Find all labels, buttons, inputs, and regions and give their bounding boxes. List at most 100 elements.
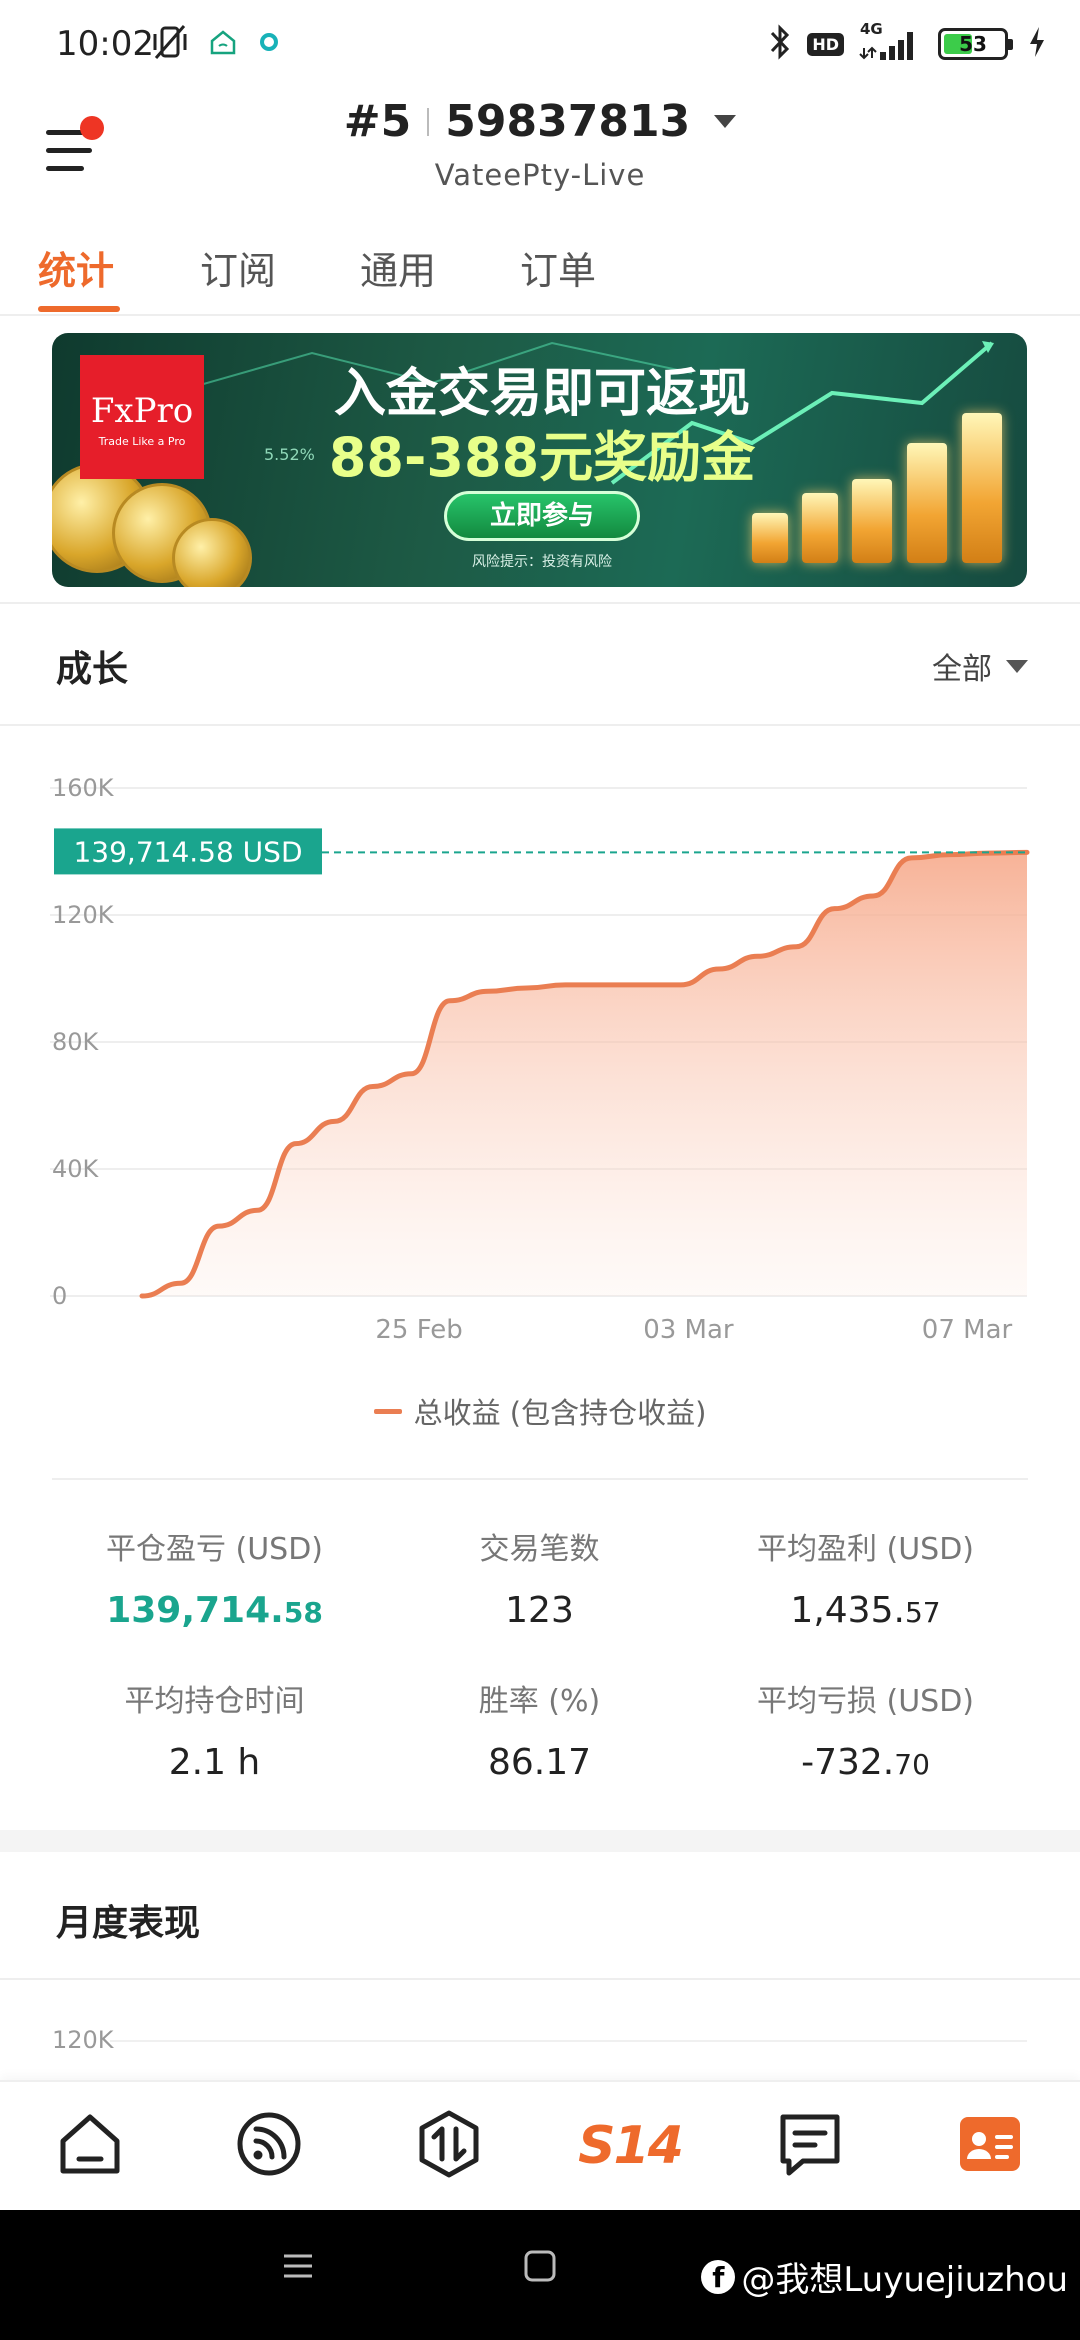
stat-value-main: 139,714.	[106, 1590, 284, 1631]
stat-value-decimals: 58	[283, 1596, 323, 1629]
stat-value: 139,714.58	[52, 1590, 377, 1631]
chevron-down-icon	[714, 115, 737, 128]
x-tick-label: 07 Mar	[922, 1315, 1013, 1345]
banner-bar	[962, 413, 1002, 563]
hd-badge: HD	[807, 32, 844, 56]
profile-card-icon	[955, 2109, 1025, 2183]
stat-value-decimals: 70	[894, 1748, 930, 1781]
fxpro-logo: FxPro Trade Like a Pro	[80, 355, 204, 479]
banner-percent: 5.52%	[264, 445, 315, 464]
stat-closed-pnl: 平仓盈亏 (USD) 139,714.58	[52, 1524, 377, 1631]
growth-chart: 0 40K 80K 120K 160K 25 Feb 03 Mar 07 Mar 139,714…	[0, 740, 1080, 1360]
stat-label: 交易笔数	[479, 1532, 600, 1567]
y-tick-label: 120K	[52, 901, 115, 929]
tab-general[interactable]: 通用	[360, 240, 436, 295]
fxpro-logo-name: FxPro	[90, 391, 194, 431]
chat-icon	[775, 2109, 845, 2183]
stat-value: 86.17	[377, 1742, 702, 1783]
stats-grid: 平仓盈亏 (USD) 139,714.58 交易笔数 123 平均盈利 (USD…	[52, 1478, 1028, 1783]
stat-label: 平均盈利 (USD)	[756, 1532, 975, 1567]
nav-s14[interactable]: S14	[578, 2106, 684, 2186]
banner-subtitle: 88-388元奖励金	[328, 426, 756, 489]
bottom-nav: S14	[0, 2080, 1080, 2210]
banner-bar	[752, 513, 788, 563]
account-prefix: #5	[343, 96, 412, 147]
battery-indicator: 53	[938, 28, 1013, 60]
nav-feed[interactable]	[229, 2106, 309, 2186]
s14-logo: S14	[578, 2116, 684, 2176]
monthly-axis-label: 120K	[52, 2026, 114, 2054]
menu-line	[46, 148, 92, 153]
home-icon	[55, 2109, 125, 2183]
recent-apps-button[interactable]	[280, 2248, 316, 2288]
stat-label: 平均亏损 (USD)	[756, 1684, 975, 1719]
x-tick-label: 25 Feb	[375, 1315, 462, 1345]
stat-value-main: 1,435.	[790, 1590, 905, 1631]
fxpro-logo-tagline: Trade Like a Pro	[98, 435, 186, 448]
home-wifi-icon	[208, 27, 238, 61]
divider	[0, 602, 1080, 604]
period-filter[interactable]: 全部	[932, 644, 1028, 688]
active-tab-indicator	[38, 306, 120, 312]
stat-label: 胜率 (%)	[478, 1684, 601, 1719]
trade-icon	[414, 2109, 484, 2183]
nav-chat[interactable]	[770, 2106, 850, 2186]
account-number: 59837813	[445, 96, 691, 147]
watermark-text: @我想Luyuejiuzhou	[741, 2260, 1068, 2300]
bluetooth-icon	[767, 23, 793, 65]
facebook-icon: f	[701, 2259, 736, 2294]
banner-cta-button[interactable]: 立即参与	[444, 491, 640, 541]
stat-value-main: 86.17	[487, 1742, 592, 1783]
banner-bar	[907, 443, 947, 563]
y-tick-label: 80K	[52, 1028, 100, 1056]
stat-value-main: 2.1 h	[168, 1742, 261, 1783]
watermark: f @我想Luyuejiuzhou	[701, 2252, 1068, 2301]
y-tick-label: 0	[52, 1282, 67, 1310]
nav-trade[interactable]	[409, 2106, 489, 2186]
server-name: VateePty-Live	[434, 158, 646, 192]
y-tick-label: 160K	[52, 774, 115, 802]
stat-trade-count: 交易笔数 123	[377, 1524, 702, 1631]
app-dot-icon	[256, 29, 282, 59]
account-selector[interactable]: #5 59837813	[0, 96, 1080, 147]
stat-value: 2.1 h	[52, 1742, 377, 1783]
stat-avg-loss: 平均亏损 (USD) -732.70	[703, 1676, 1028, 1783]
period-filter-label: 全部	[932, 652, 992, 687]
stat-label: 平均持仓时间	[124, 1684, 305, 1719]
stat-label: 平仓盈亏 (USD)	[105, 1532, 324, 1567]
stat-value-main: -732.	[801, 1742, 895, 1783]
signal-icon: 4G	[858, 20, 924, 64]
feed-icon	[234, 2109, 304, 2183]
home-button[interactable]	[522, 2248, 558, 2288]
legend-swatch	[373, 1408, 402, 1414]
system-nav-bar: f @我想Luyuejiuzhou	[0, 2210, 1080, 2340]
monthly-title: 月度表现	[56, 1903, 201, 1944]
monthly-gridline	[110, 2040, 1027, 2042]
legend-label: 总收益 (包含持仓收益)	[413, 1396, 707, 1430]
tab-bar: 统计 订阅 通用 订单	[0, 226, 1080, 316]
status-bar: 10:02 HD 4G 53	[0, 0, 1080, 90]
status-left-icons	[150, 22, 282, 66]
growth-title: 成长	[56, 649, 129, 690]
tab-subscriptions[interactable]: 订阅	[200, 240, 276, 295]
stat-value: -732.70	[703, 1742, 1028, 1783]
promo-banner[interactable]: FxPro Trade Like a Pro 5.52% 入金交易即可返现 88…	[52, 333, 1027, 587]
battery-level: 53	[959, 32, 987, 56]
current-value-label: 139,714.58 USD	[73, 835, 302, 868]
stat-win-rate: 胜率 (%) 86.17	[377, 1676, 702, 1783]
stat-avg-hold-time: 平均持仓时间 2.1 h	[52, 1676, 377, 1783]
stat-avg-profit: 平均盈利 (USD) 1,435.57	[703, 1524, 1028, 1631]
x-tick-label: 03 Mar	[643, 1315, 734, 1345]
divider	[0, 724, 1080, 726]
divider	[0, 1978, 1080, 1980]
nav-profile[interactable]	[950, 2106, 1030, 2186]
stat-value-decimals: 57	[904, 1596, 941, 1629]
growth-area	[142, 852, 1027, 1296]
status-right-icons: HD 4G 53	[767, 20, 1046, 66]
tab-orders[interactable]: 订单	[520, 240, 596, 295]
charging-icon	[1028, 26, 1046, 62]
banner-bar	[802, 493, 838, 563]
stat-value: 123	[377, 1590, 702, 1631]
tab-statistics[interactable]: 统计	[38, 240, 114, 295]
nav-home[interactable]	[50, 2106, 130, 2186]
